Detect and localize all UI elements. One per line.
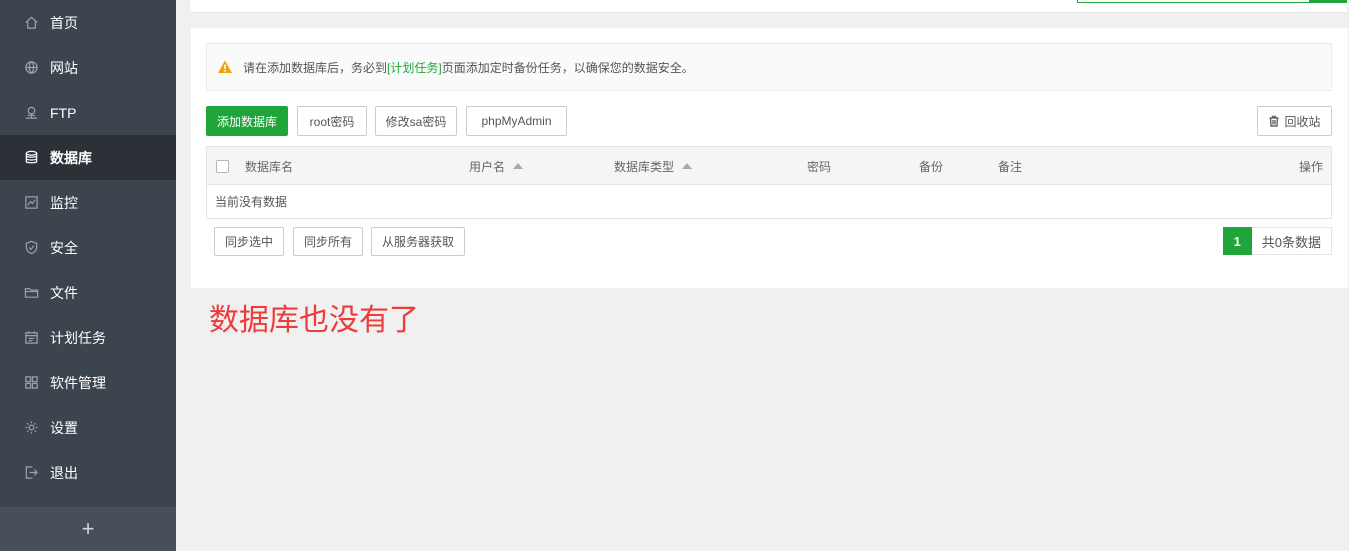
sidebar-item-label: 首页 [50, 14, 78, 31]
recycle-bin-button[interactable]: 回收站 [1257, 106, 1332, 136]
grid-icon [23, 375, 39, 391]
sidebar-item-settings[interactable]: 设置 [0, 405, 176, 450]
column-header-password: 密码 [807, 159, 832, 174]
database-table: 数据库名 用户名 数据库类型 密码 备份 备注 操作 当前没有数据 [206, 146, 1332, 219]
add-database-button[interactable]: 添加数据库 [206, 106, 288, 136]
gear-icon [23, 420, 39, 436]
search-button[interactable] [1309, 0, 1347, 3]
sidebar-item-home[interactable]: 首页 [0, 0, 176, 45]
page-total-count: 共0条数据 [1251, 227, 1332, 255]
sidebar-item-label: 安全 [50, 239, 78, 256]
sidebar-item-label: FTP [50, 104, 77, 121]
annotation-text: 数据库也没有了 [209, 303, 419, 338]
recycle-bin-label: 回收站 [1284, 114, 1321, 129]
column-header-actions: 操作 [1298, 159, 1323, 174]
sidebar-item-website[interactable]: 网站 [0, 45, 176, 90]
column-header-username[interactable]: 用户名 [469, 147, 524, 185]
sidebar-item-ftp[interactable]: FTP [0, 90, 176, 135]
empty-table-message: 当前没有数据 [207, 185, 1331, 218]
sidebar-item-label: 设置 [50, 419, 78, 436]
sync-all-button[interactable]: 同步所有 [293, 227, 363, 256]
add-menu-button[interactable]: + [0, 507, 176, 551]
sidebar-item-label: 监控 [50, 194, 78, 211]
shield-icon [23, 240, 39, 256]
sidebar-item-label: 退出 [50, 464, 78, 481]
column-header-name: 数据库名 [245, 159, 294, 174]
sidebar-item-database[interactable]: 数据库 [0, 135, 176, 180]
sync-selected-button[interactable]: 同步选中 [214, 227, 284, 256]
sidebar-item-label: 计划任务 [50, 329, 106, 346]
sidebar-item-files[interactable]: 文件 [0, 270, 176, 315]
calendar-icon [23, 330, 39, 346]
backup-alert: 请在添加数据库后，务必到 [计划任务] 页面添加定时备份任务，以确保您的数据安全。 [206, 43, 1332, 91]
column-header-backup: 备份 [919, 159, 944, 174]
sidebar-item-label: 文件 [50, 284, 78, 301]
column-header-remark: 备注 [998, 159, 1023, 174]
folder-icon [23, 285, 39, 301]
globe-icon [23, 60, 39, 76]
sidebar-item-label: 数据库 [50, 149, 92, 166]
database-icon [23, 150, 39, 166]
root-password-button[interactable]: root密码 [297, 106, 367, 136]
sort-asc-icon [513, 163, 524, 169]
alert-text-suffix: 页面添加定时备份任务，以确保您的数据安全。 [441, 60, 694, 75]
select-all-checkbox-cell [216, 147, 229, 185]
sa-password-button[interactable]: 修改sa密码 [375, 106, 457, 136]
top-card [190, 0, 1347, 13]
ftp-icon [23, 105, 39, 121]
database-panel: 请在添加数据库后，务必到 [计划任务] 页面添加定时备份任务，以确保您的数据安全。 … [191, 28, 1348, 288]
sidebar-item-software[interactable]: 软件管理 [0, 360, 176, 405]
sidebar-item-monitor[interactable]: 监控 [0, 180, 176, 225]
phpmyadmin-button[interactable]: phpMyAdmin [466, 106, 567, 136]
sidebar-item-cron[interactable]: 计划任务 [0, 315, 176, 360]
home-icon [23, 15, 39, 31]
select-all-checkbox[interactable] [216, 159, 229, 173]
table-header: 数据库名 用户名 数据库类型 密码 备份 备注 操作 [207, 147, 1331, 185]
column-header-db-type[interactable]: 数据库类型 [614, 147, 693, 185]
sort-asc-icon [682, 163, 693, 169]
sidebar: 首页 网站 FTP 数据库 监控 安全 文件 计划任务 软件管理 设置 退出 + [0, 0, 176, 551]
page-current[interactable]: 1 [1222, 227, 1252, 255]
search-input[interactable] [1077, 0, 1327, 3]
logout-icon [23, 465, 39, 481]
monitor-icon [23, 195, 39, 211]
alert-text-prefix: 请在添加数据库后，务必到 [243, 60, 388, 75]
fetch-from-server-button[interactable]: 从服务器获取 [371, 227, 465, 256]
sidebar-item-label: 软件管理 [50, 374, 106, 391]
sidebar-item-security[interactable]: 安全 [0, 225, 176, 270]
sidebar-item-logout[interactable]: 退出 [0, 450, 176, 495]
warning-icon [218, 60, 232, 73]
sidebar-item-label: 网站 [50, 59, 78, 76]
pagination: 1 共0条数据 [1222, 227, 1332, 255]
trash-icon [1269, 115, 1279, 127]
cron-link[interactable]: [计划任务] [387, 59, 442, 76]
